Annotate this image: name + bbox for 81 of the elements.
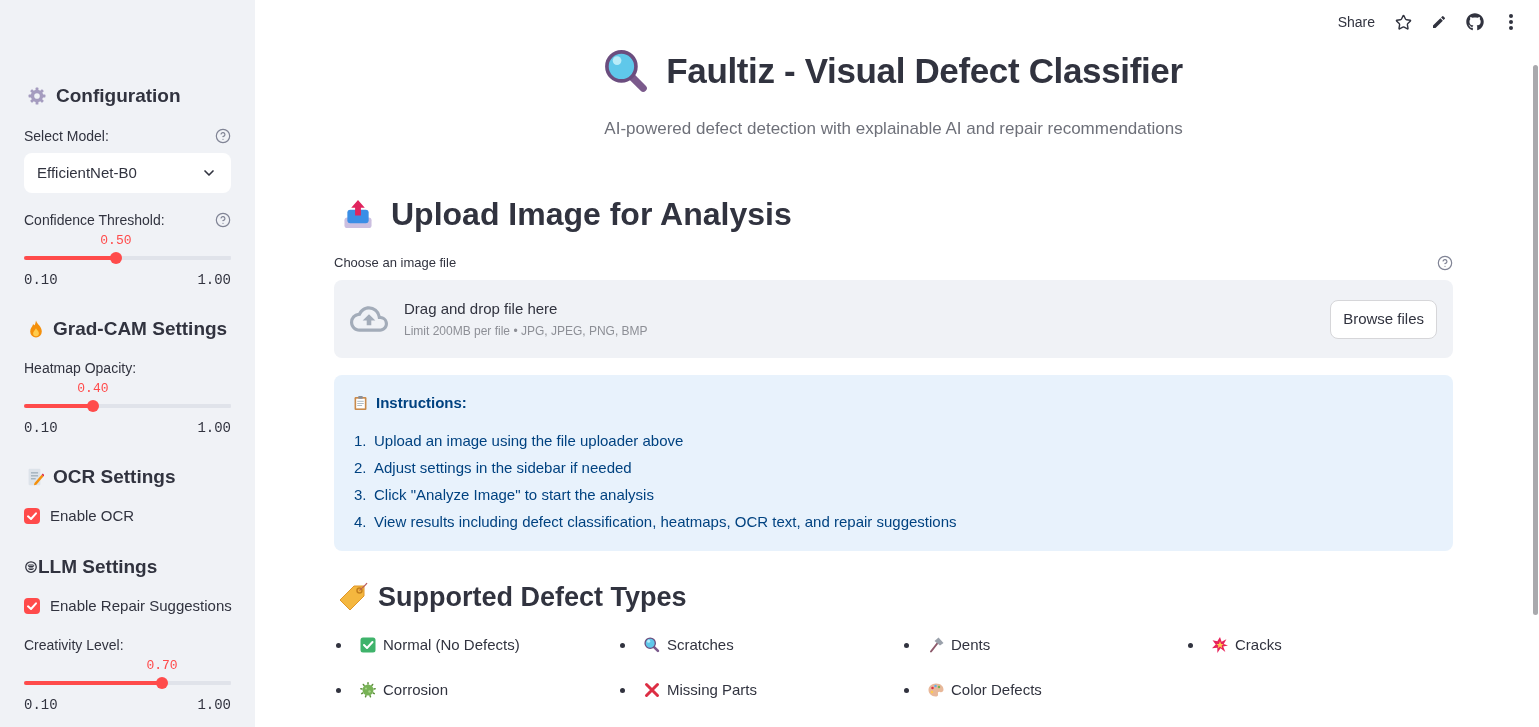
page-title: Faultiz - Visual Defect Classifier — [666, 49, 1183, 92]
bullet-icon — [904, 687, 909, 693]
help-icon[interactable] — [215, 212, 231, 228]
burst-icon — [1212, 637, 1228, 653]
step-number: 4. — [354, 512, 368, 533]
bullet-icon — [1188, 642, 1193, 648]
defect-type-label: Scratches — [667, 634, 734, 655]
slider-max-label: 1.00 — [197, 418, 231, 438]
memo-icon — [28, 468, 44, 486]
tag-icon — [338, 582, 368, 612]
star-icon — [1394, 13, 1412, 31]
slider-min-label: 0.10 — [24, 695, 58, 715]
model-select[interactable]: EfficientNet-B0 — [24, 153, 231, 193]
defect-type-label: Dents — [951, 634, 991, 655]
slider-thumb[interactable] — [156, 677, 169, 689]
flame-icon — [28, 320, 44, 338]
file-dropzone[interactable]: Drag and drop file here Limit 200MB per file • JPG, JPEG, PNG, BMP Browse files — [334, 280, 1453, 358]
field-label: Select Model: — [24, 126, 109, 146]
magnifier-icon — [644, 637, 660, 653]
palette-icon — [928, 682, 944, 698]
checkbox-label[interactable]: Enable Repair Suggestions — [50, 594, 232, 618]
slider-label: Heatmap Opacity: — [24, 358, 137, 378]
dropzone-hint: Limit 200MB per file • JPG, JPEG, PNG, BMP — [404, 323, 648, 340]
outbox-tray-icon — [343, 199, 373, 229]
bullet-icon — [620, 642, 625, 648]
help-icon[interactable] — [1437, 255, 1453, 271]
checkbox[interactable] — [24, 508, 40, 524]
gear-icon — [28, 87, 46, 105]
share-button[interactable]: Share — [1331, 8, 1381, 36]
slider-thumb[interactable] — [109, 252, 122, 264]
check-mark-icon — [360, 637, 376, 653]
section-heading: Grad-CAM Settings — [53, 316, 228, 341]
slider-value: 0.50 — [100, 233, 132, 249]
slider-thumb[interactable] — [86, 400, 99, 412]
page-subtitle: AI-powered defect detection with explainable AI and repair recommendations — [603, 118, 1184, 140]
dropzone-title: Drag and drop file here — [404, 299, 559, 319]
slider-label: Creativity Level: — [24, 635, 124, 655]
section-heading: OCR Settings — [53, 464, 176, 489]
bullet-icon — [620, 687, 625, 693]
slider-max-label: 1.00 — [197, 695, 231, 715]
defect-type-label: Corrosion — [383, 679, 449, 700]
slider-min-label: 0.10 — [24, 270, 58, 290]
slider-value: 0.40 — [77, 381, 109, 397]
step-text: Adjust settings in the sidebar if needed — [374, 458, 632, 479]
bullet-icon — [336, 687, 341, 693]
hammer-icon — [928, 637, 944, 653]
step-text: View results including defect classification, heatmaps, OCR text, and repair suggestions — [374, 512, 957, 533]
microbe-icon — [360, 682, 376, 698]
defect-type-label: Missing Parts — [667, 679, 758, 700]
scrollbar[interactable] — [1533, 65, 1538, 615]
github-icon — [1466, 13, 1484, 31]
slider-value: 0.70 — [146, 658, 178, 674]
cross-icon — [644, 682, 660, 698]
defect-type-label: Color Defects — [951, 679, 1042, 700]
clipboard-icon — [354, 395, 367, 411]
bullet-icon — [336, 642, 341, 648]
instructions-title: Instructions: — [376, 392, 467, 413]
pencil-icon — [1431, 14, 1447, 30]
section-heading: Configuration — [56, 83, 181, 108]
step-text: Click "Analyze Image" to start the analysis — [374, 485, 654, 506]
section-heading: LLM Settings — [38, 554, 158, 579]
slider-label: Confidence Threshold: — [24, 210, 165, 230]
more-icon — [1509, 14, 1513, 30]
field-label: Choose an image file — [334, 254, 457, 273]
magnifier-icon — [604, 48, 650, 94]
defect-type-label: Cracks — [1235, 634, 1282, 655]
slider-min-label: 0.10 — [24, 418, 58, 438]
step-number: 3. — [354, 485, 368, 506]
checkbox[interactable] — [24, 598, 40, 614]
checkbox-label[interactable]: Enable OCR — [50, 504, 135, 528]
section-title: Upload Image for Analysis — [391, 195, 792, 234]
step-text: Upload an image using the file uploader above — [374, 431, 684, 452]
bullet-icon — [904, 642, 909, 648]
help-icon[interactable] — [215, 128, 231, 144]
defect-type-label: Normal (No Defects) — [383, 634, 520, 655]
step-number: 1. — [354, 431, 368, 452]
section-title: Supported Defect Types — [378, 580, 687, 614]
browse-files-button[interactable]: Browse files — [1330, 299, 1437, 339]
slider-max-label: 1.00 — [197, 270, 231, 290]
step-number: 2. — [354, 458, 368, 479]
circle-symbol-icon — [25, 561, 37, 573]
